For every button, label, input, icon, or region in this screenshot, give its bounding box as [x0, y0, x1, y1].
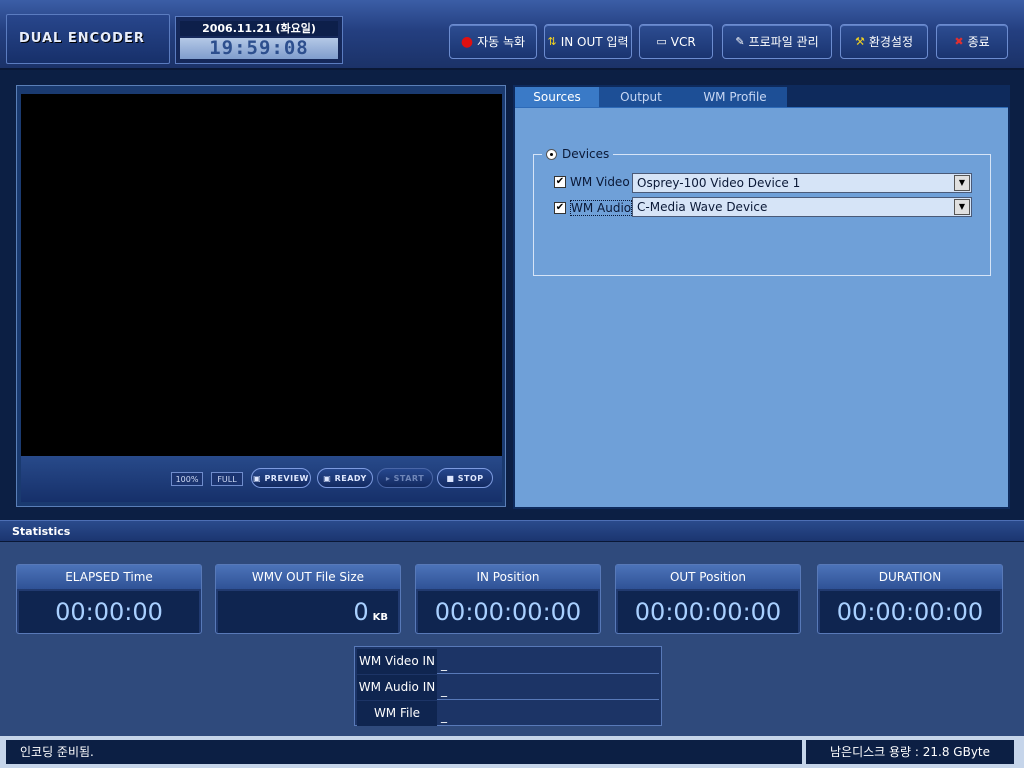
ready-icon: ▣ [323, 473, 335, 483]
wm-audio-device-value: C-Media Wave Device [637, 200, 768, 214]
table-row: WM Video IN _ [357, 649, 659, 674]
preview-label: PREVIEW [264, 473, 309, 483]
duration-label: DURATION [818, 565, 1002, 589]
in-position-box: IN Position 00:00:00:00 [415, 564, 601, 634]
status-message: 인코딩 준비됨. [6, 740, 802, 764]
stop-button[interactable]: ■ STOP [437, 468, 493, 488]
clock-panel: 2006.11.21 (화요일) 19:59:08 [175, 16, 343, 64]
disk-space-readout: 남은디스크 용량 : 21.8 GByte [806, 740, 1014, 764]
in-out-input-button[interactable]: ⇅ IN OUT 입력 [544, 24, 632, 59]
preview-button[interactable]: ▣ PREVIEW [251, 468, 311, 488]
file-size-label: WMV OUT File Size [216, 565, 400, 589]
tab-wm-profile[interactable]: WM Profile [683, 87, 787, 107]
file-size-value: 0 [353, 598, 369, 626]
dropdown-arrow-icon[interactable]: ▼ [954, 199, 970, 215]
devices-radio[interactable]: Devices [542, 147, 614, 161]
devices-label: Devices [562, 147, 610, 161]
checkmark-icon: ✔ [554, 202, 566, 214]
wm-video-checkbox[interactable]: ✔ WM Video [554, 175, 630, 189]
settings-button[interactable]: ⚒ 환경설정 [840, 24, 928, 59]
app-logo-text: DUAL ENCODER [19, 31, 145, 46]
wm-file-value: _ [441, 709, 447, 723]
profile-manage-button[interactable]: ✎ 프로파일 관리 [722, 24, 832, 59]
out-position-value: 00:00:00:00 [618, 591, 798, 633]
app-logo: DUAL ENCODER [6, 14, 170, 64]
stop-label: STOP [457, 473, 484, 483]
wm-audio-label: WM Audio [570, 200, 633, 216]
wm-video-in-label: WM Video IN [357, 649, 437, 674]
vcr-button[interactable]: ▭ VCR [639, 24, 713, 59]
clock-time: 19:59:08 [180, 38, 338, 59]
in-position-label: IN Position [416, 565, 600, 589]
wm-video-label: WM Video [570, 175, 630, 189]
wm-file-label: WM File [357, 701, 437, 726]
elapsed-time-box: ELAPSED Time 00:00:00 [16, 564, 202, 634]
duration-value: 00:00:00:00 [820, 591, 1000, 633]
clock-date: 2006.11.21 (화요일) [180, 21, 338, 36]
input-file-info-table: WM Video IN _ WM Audio IN _ WM File _ [354, 646, 662, 726]
wm-audio-in-value: _ [437, 675, 659, 700]
table-row: WM File _ [357, 701, 659, 726]
title-header: DUAL ENCODER 2006.11.21 (화요일) 19:59:08 ●… [0, 0, 1024, 70]
edit-document-icon: ✎ [735, 35, 745, 48]
up-down-arrows-icon: ⇅ [547, 35, 557, 48]
tab-output[interactable]: Output [599, 87, 683, 107]
table-row: WM Audio IN _ [357, 675, 659, 700]
dropdown-arrow-icon[interactable]: ▼ [954, 175, 970, 191]
preview-icon: ▣ [253, 473, 265, 483]
statistics-panel: ELAPSED Time 00:00:00 WMV OUT File Size … [0, 542, 1024, 736]
ready-label: READY [334, 473, 367, 483]
elapsed-time-value: 00:00:00 [19, 591, 199, 633]
wm-video-device-value: Osprey-100 Video Device 1 [637, 176, 801, 190]
file-size-unit: KB [372, 612, 388, 623]
wm-audio-in-label: WM Audio IN [357, 675, 437, 700]
video-control-bar: 100% FULL ▣ PREVIEW ▣ READY ▸ START ■ ST… [21, 456, 502, 502]
record-dot-icon: ● [460, 33, 474, 50]
settings-label: 환경설정 [868, 35, 914, 49]
stop-icon: ■ [446, 473, 458, 483]
radio-selected-icon [546, 148, 557, 160]
status-bar: 인코딩 준비됨. 남은디스크 용량 : 21.8 GByte [0, 736, 1024, 768]
exit-button[interactable]: ✖ 종료 [936, 24, 1008, 59]
video-preview-panel: 100% FULL ▣ PREVIEW ▣ READY ▸ START ■ ST… [16, 85, 506, 507]
ready-button[interactable]: ▣ READY [317, 468, 373, 488]
file-size-value-row: 0 KB [218, 591, 398, 633]
in-out-input-label: IN OUT 입력 [560, 35, 629, 49]
in-position-value: 00:00:00:00 [418, 591, 598, 633]
video-preview-screen [21, 94, 502, 456]
wm-audio-device-select[interactable]: C-Media Wave Device ▼ [632, 197, 972, 217]
wm-audio-checkbox[interactable]: ✔ WM Audio [554, 200, 633, 216]
vcr-label: VCR [670, 34, 696, 49]
tape-icon: ▭ [656, 35, 667, 48]
auto-record-button[interactable]: ● 자동 녹화 [449, 24, 537, 59]
tools-icon: ⚒ [854, 35, 865, 48]
file-size-box: WMV OUT File Size 0 KB [215, 564, 401, 634]
wm-video-device-select[interactable]: Osprey-100 Video Device 1 ▼ [632, 173, 972, 193]
exit-label: 종료 [967, 35, 990, 49]
play-icon: ▸ [385, 473, 394, 483]
sources-tab-panel: Devices ✔ WM Video Osprey-100 Video Devi… [515, 107, 1008, 507]
settings-panel: Sources Output WM Profile Devices ✔ WM V… [513, 85, 1010, 509]
close-icon: ✖ [954, 35, 964, 48]
checkmark-icon: ✔ [554, 176, 566, 188]
out-position-label: OUT Position [616, 565, 800, 589]
tab-sources[interactable]: Sources [515, 87, 599, 107]
wm-video-in-value: _ [437, 649, 659, 674]
full-screen-button[interactable]: FULL [211, 472, 243, 486]
start-button[interactable]: ▸ START [377, 468, 433, 488]
duration-box: DURATION 00:00:00:00 [817, 564, 1003, 634]
profile-manage-label: 프로파일 관리 [748, 35, 819, 49]
elapsed-time-label: ELAPSED Time [17, 565, 201, 589]
zoom-100-button[interactable]: 100% [171, 472, 203, 486]
devices-group: Devices ✔ WM Video Osprey-100 Video Devi… [533, 147, 991, 276]
auto-record-label: 자동 녹화 [477, 35, 526, 49]
start-label: START [393, 473, 425, 483]
out-position-box: OUT Position 00:00:00:00 [615, 564, 801, 634]
statistics-header: Statistics [0, 520, 1024, 542]
